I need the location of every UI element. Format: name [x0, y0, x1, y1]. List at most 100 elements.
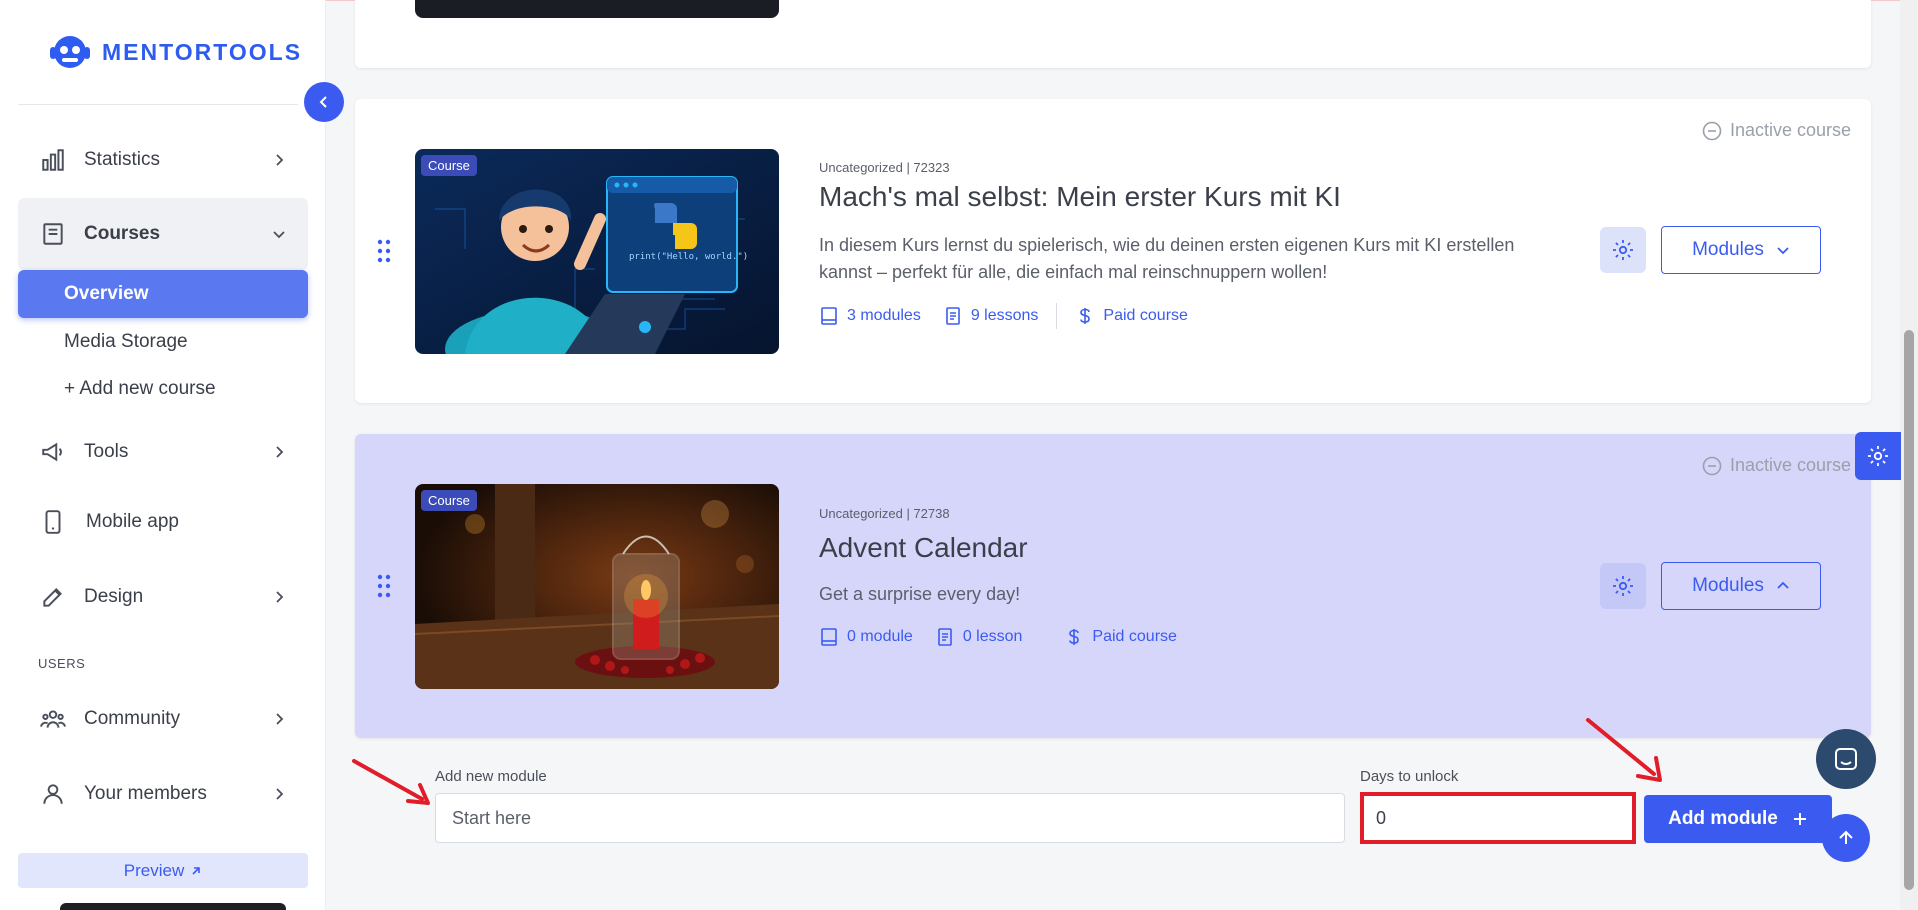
drag-handle-icon[interactable] [377, 574, 391, 598]
course-title[interactable]: Advent Calendar [819, 532, 1028, 564]
plus-icon [1793, 813, 1806, 825]
sidebar-item-label: Tools [84, 441, 129, 462]
modules-dropdown-button[interactable]: Modules [1661, 562, 1821, 610]
chat-button[interactable] [1816, 729, 1876, 789]
course-status[interactable]: Inactive course [1702, 120, 1851, 141]
course-stats: 0 module 0 lesson Paid course [819, 627, 1177, 647]
pencil-icon [43, 588, 62, 607]
external-link-icon [192, 866, 201, 875]
price-type[interactable]: Paid course [1064, 627, 1177, 647]
course-illustration: print("Hello, world.") [415, 149, 779, 354]
scrollbar-thumb[interactable] [1904, 330, 1914, 890]
price-type-label: Paid course [1103, 307, 1188, 324]
course-settings-button[interactable] [1600, 227, 1646, 273]
chevron-left-icon [319, 96, 327, 108]
chat-icon [1835, 748, 1857, 770]
chevron-right-icon [276, 591, 284, 603]
module-count-label: 3 modules [847, 307, 921, 324]
smartphone-icon [45, 510, 61, 534]
sidebar-subitem-media-storage[interactable]: Media Storage [64, 331, 188, 353]
course-status[interactable]: Inactive course [1702, 455, 1851, 476]
sidebar-item-mobile-app[interactable]: Mobile app [18, 492, 308, 552]
drag-handle-icon[interactable] [377, 239, 391, 263]
bar-chart-icon [42, 149, 64, 171]
gear-icon [1613, 576, 1633, 596]
sidebar-item-tools[interactable]: Tools [18, 422, 308, 482]
book-icon [821, 628, 837, 646]
sidebar-item-community[interactable]: Community [18, 689, 308, 749]
price-type[interactable]: Paid course [1075, 306, 1188, 326]
sidebar-item-label: Mobile app [86, 511, 179, 532]
preview-button[interactable]: Preview [18, 853, 308, 888]
modules-button-label: Modules [1692, 239, 1764, 260]
code-snippet-text: print("Hello, world.") [629, 252, 748, 262]
arrow-up-icon [1839, 830, 1853, 844]
days-to-unlock-label: Days to unlock [1360, 768, 1459, 785]
course-settings-button[interactable] [1600, 563, 1646, 609]
sidebar-item-label: Your members [84, 783, 207, 804]
modules-button-label: Modules [1692, 575, 1764, 596]
module-count[interactable]: 3 modules [819, 306, 921, 326]
course-stats: 3 modules 9 lessons Paid course [819, 303, 1188, 329]
lesson-count-label: 9 lessons [970, 307, 1039, 324]
sidebar-item-label: Design [84, 586, 144, 607]
modules-dropdown-button[interactable]: Modules [1661, 226, 1821, 274]
lantern-photo [415, 484, 779, 689]
chevron-right-icon [276, 713, 284, 725]
stats-divider [1056, 303, 1058, 329]
chevron-down-icon [1777, 247, 1789, 255]
price-type-label: Paid course [1092, 628, 1177, 645]
scroll-to-top-button[interactable] [1822, 814, 1870, 862]
add-module-label: Add module [1668, 808, 1778, 829]
dollar-icon [1080, 308, 1091, 324]
robot-logo-icon [50, 36, 90, 68]
minus-circle-icon [1702, 456, 1722, 475]
sidebar-item-design[interactable]: Design [18, 567, 308, 627]
book-icon [43, 223, 63, 245]
brand-name: MENTORTOOLS [102, 38, 303, 65]
floating-settings-button[interactable] [1855, 432, 1901, 480]
gear-icon [1613, 240, 1633, 260]
module-name-label: Add new module [435, 768, 547, 785]
chevron-right-icon [276, 446, 284, 458]
brand-logo[interactable]: MENTORTOOLS [48, 32, 302, 72]
module-count[interactable]: 0 module [819, 627, 913, 647]
collapse-sidebar-button[interactable] [304, 82, 344, 122]
course-thumbnail[interactable]: print("Hello, world.") Course [415, 149, 779, 354]
course-description: In diesem Kurs lernst du spielerisch, wi… [819, 235, 1515, 282]
course-title[interactable]: Mach's mal selbst: Mein erster Kurs mit … [819, 181, 1341, 213]
sidebar-subitem-add-course[interactable]: + Add new course [64, 378, 216, 400]
add-module-button[interactable]: Add module [1644, 795, 1832, 843]
sidebar-subitem-overview[interactable]: Overview [18, 270, 308, 318]
course-thumbnail[interactable]: Course [415, 484, 779, 689]
course-meta: Uncategorized | 72738 [819, 506, 950, 521]
chevron-right-icon [276, 154, 284, 166]
annotation-arrow-icon [352, 759, 430, 805]
sidebar-item-label: Statistics [84, 149, 161, 170]
annotation-arrow-icon [1586, 718, 1662, 782]
user-icon [43, 784, 63, 804]
dollar-icon [1069, 629, 1080, 645]
section-label-users: USERS [38, 656, 86, 671]
document-icon [938, 628, 952, 646]
gear-icon [1868, 446, 1888, 466]
module-name-input[interactable] [435, 793, 1345, 843]
users-icon [40, 710, 66, 728]
preview-label: Preview [123, 860, 185, 880]
sidebar-item-statistics[interactable]: Statistics [18, 130, 308, 190]
lesson-count-label: 0 lesson [962, 628, 1023, 645]
annotation-highlight-box [1360, 792, 1636, 844]
book-icon [821, 307, 837, 325]
sidebar: MENTORTOOLS Statistics Courses Overview … [0, 0, 326, 910]
sidebar-item-courses[interactable]: Courses [18, 198, 308, 270]
course-card-partial [355, 0, 1871, 68]
chevron-up-icon [1777, 581, 1789, 589]
lesson-count[interactable]: 0 lesson [935, 627, 1023, 647]
lesson-count[interactable]: 9 lessons [943, 306, 1039, 326]
course-status-label: Inactive course [1729, 455, 1851, 475]
logo-divider [18, 104, 298, 105]
bottom-bar [60, 903, 286, 910]
module-count-label: 0 module [847, 628, 913, 645]
course-thumbnail-partial [415, 0, 779, 18]
sidebar-item-your-members[interactable]: Your members [18, 764, 308, 824]
